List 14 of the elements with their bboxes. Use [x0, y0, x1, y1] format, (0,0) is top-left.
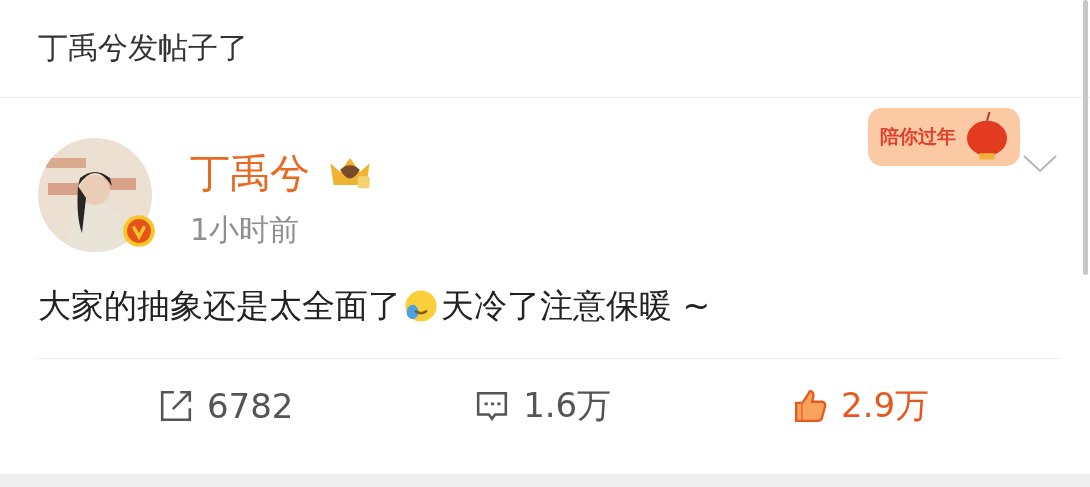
page-title: 丁禹兮发帖子了 — [38, 29, 248, 67]
emoji-icon — [403, 288, 439, 324]
badge-text: 陪你过年 — [880, 124, 956, 149]
comment-button[interactable]: 1.6万 — [465, 377, 622, 435]
scrollbar[interactable] — [1083, 0, 1088, 275]
repost-button[interactable]: 6782 — [148, 377, 304, 435]
like-button[interactable]: 2.9万 — [783, 377, 940, 435]
comment-icon — [475, 389, 510, 423]
post-time: 1小时前 — [190, 211, 301, 249]
chevron-down-icon[interactable] — [1022, 154, 1058, 174]
post-text: 大家的抽象还是太全面了 — [38, 285, 401, 327]
thumbs-up-icon — [793, 389, 827, 423]
post-text: 天冷了注意保暖 ~ — [441, 285, 711, 327]
share-icon — [158, 389, 193, 423]
